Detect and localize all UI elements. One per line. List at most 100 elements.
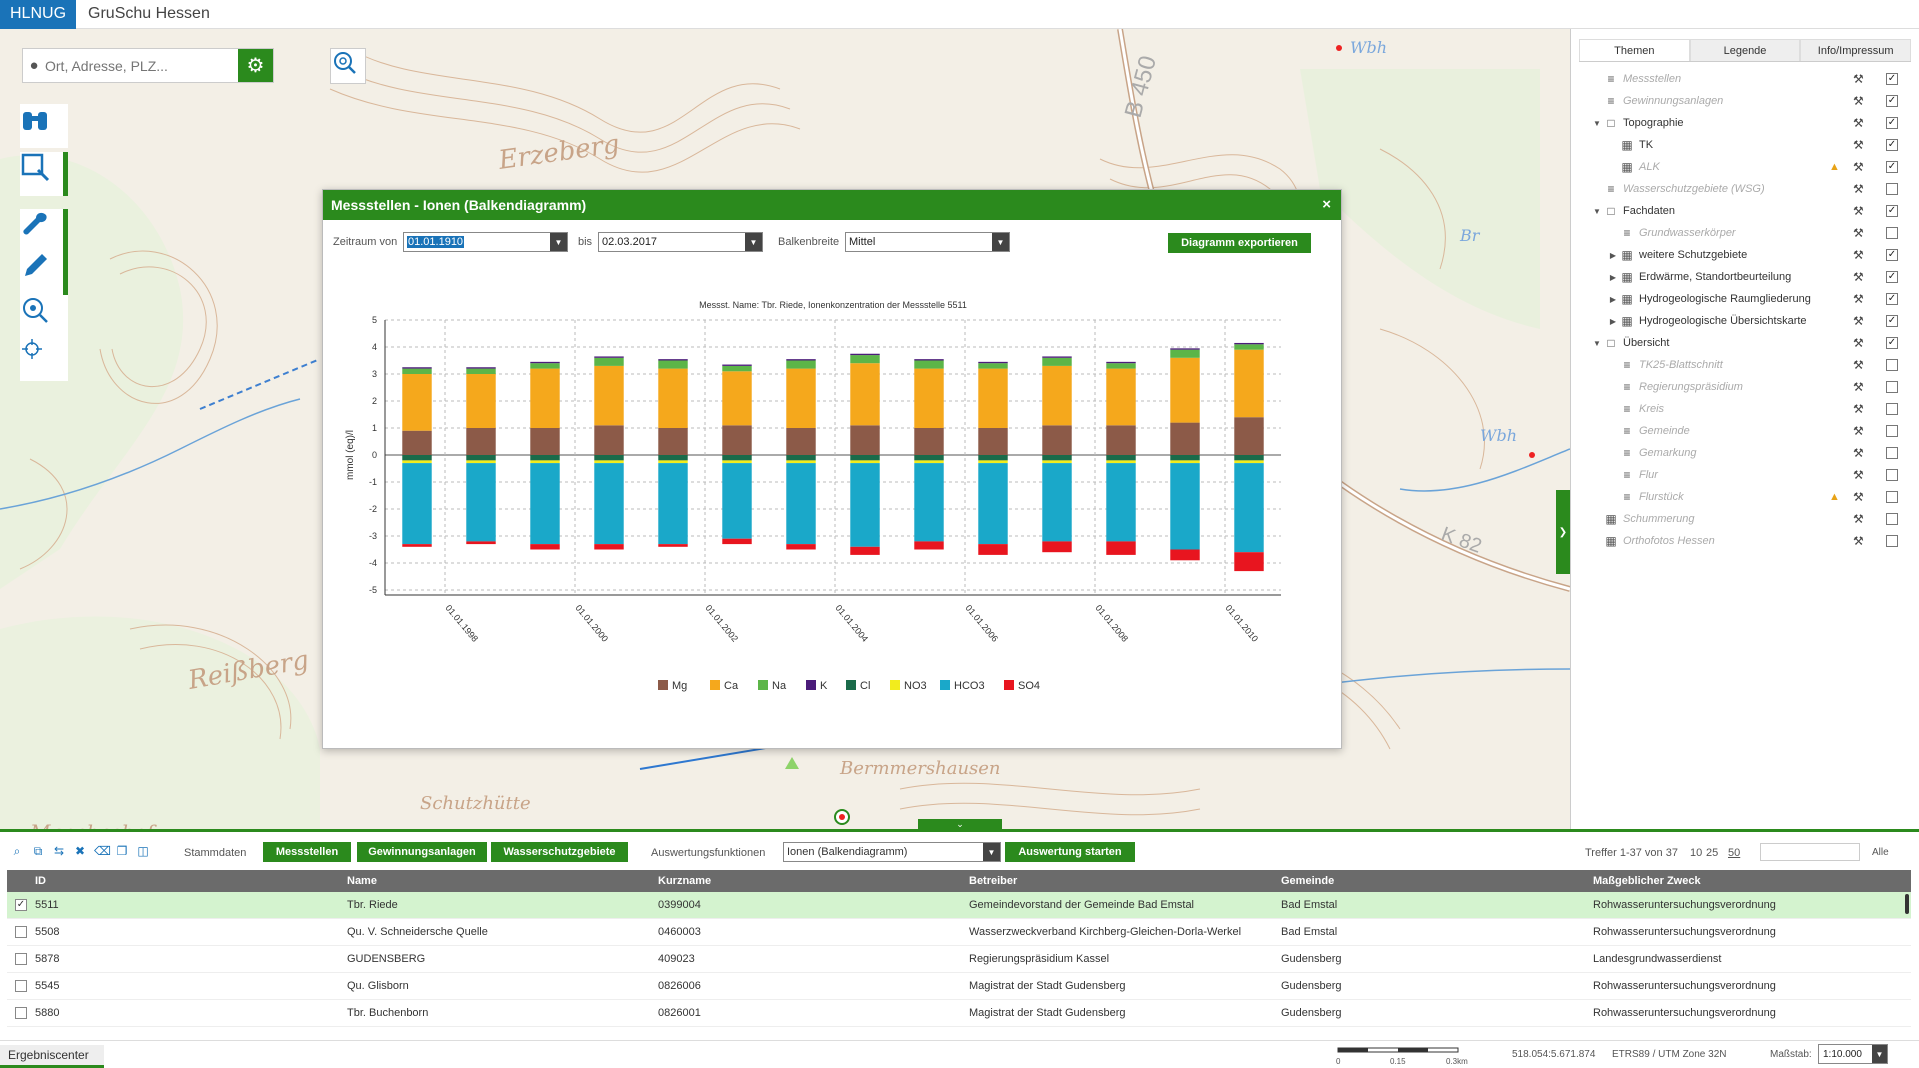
locate-tool[interactable]: [20, 337, 68, 381]
all-filter-select[interactable]: Alle: [1872, 847, 1889, 858]
layer-row[interactable]: ≡ Messstellen ⚒ ✓: [1571, 68, 1919, 90]
wrench-icon[interactable]: ⚒: [1853, 270, 1864, 284]
expand-toggle-icon[interactable]: ▶: [1607, 251, 1619, 260]
export-diagram-button[interactable]: Diagramm exportieren: [1168, 233, 1311, 253]
expand-toggle-icon[interactable]: ▶: [1607, 273, 1619, 282]
col-gemeinde[interactable]: Gemeinde: [1281, 875, 1334, 887]
layer-checkbox[interactable]: ✓: [1886, 73, 1898, 85]
expand-toggle-icon[interactable]: ▼: [1591, 339, 1603, 348]
messstellen-button[interactable]: Messstellen: [263, 842, 351, 862]
layer-checkbox[interactable]: [1886, 359, 1898, 371]
layer-row[interactable]: ▦ Schummerung ⚒: [1571, 508, 1919, 530]
wrench-icon[interactable]: ⚒: [1853, 226, 1864, 240]
swap-icon[interactable]: ⇆: [52, 844, 66, 858]
layer-row[interactable]: ▶ ▦ weitere Schutzgebiete ⚒ ✓: [1571, 244, 1919, 266]
row-checkbox[interactable]: [15, 926, 27, 938]
clear-filter-icon[interactable]: ✖: [73, 844, 87, 858]
page-size-10[interactable]: 10: [1690, 847, 1702, 859]
wrench-icon[interactable]: ⚒: [1853, 292, 1864, 306]
copy-icon[interactable]: ⧉: [31, 844, 45, 858]
table-row[interactable]: 5878 GUDENSBERG 409023 Regierungspräsidium …: [7, 946, 1911, 973]
chevron-down-icon[interactable]: ▼: [550, 233, 567, 251]
wrench-icon[interactable]: ⚒: [1853, 534, 1864, 548]
row-checkbox[interactable]: ✓: [15, 899, 27, 911]
layer-row[interactable]: ▶ ▦ Hydrogeologische Übersichtskarte ⚒ ✓: [1571, 310, 1919, 332]
layer-checkbox[interactable]: [1886, 491, 1898, 503]
wrench-icon[interactable]: ⚒: [1853, 380, 1864, 394]
document-icon[interactable]: ◫: [136, 844, 150, 858]
wrench-tool[interactable]: [20, 209, 68, 253]
layer-row[interactable]: ≡ Flurstück ▲ ⚒: [1571, 486, 1919, 508]
layer-row[interactable]: ≡ Wasserschutzgebiete (WSG) ⚒: [1571, 178, 1919, 200]
wrench-icon[interactable]: ⚒: [1853, 116, 1864, 130]
wrench-icon[interactable]: ⚒: [1853, 336, 1864, 350]
wrench-icon[interactable]: ⚒: [1853, 446, 1864, 460]
wrench-icon[interactable]: ⚒: [1853, 358, 1864, 372]
dialog-titlebar[interactable]: Messstellen - Ionen (Balkendiagramm) ×: [323, 190, 1341, 220]
panel-collapse-handle[interactable]: ❯: [1556, 490, 1570, 574]
layer-checkbox[interactable]: [1886, 425, 1898, 437]
chevron-down-icon[interactable]: ▼: [1872, 1045, 1887, 1063]
warning-icon[interactable]: ▲: [1829, 491, 1840, 503]
tab-ergebniscenter[interactable]: Ergebniscenter: [0, 1045, 104, 1068]
wrench-icon[interactable]: ⚒: [1853, 402, 1864, 416]
row-checkbox[interactable]: [15, 980, 27, 992]
layer-row[interactable]: ≡ Flur ⚒: [1571, 464, 1919, 486]
layer-checkbox[interactable]: ✓: [1886, 271, 1898, 283]
tab-themen[interactable]: Themen: [1579, 39, 1690, 61]
wrench-icon[interactable]: ⚒: [1853, 182, 1864, 196]
zoom-icon[interactable]: ⌕: [10, 844, 24, 858]
layer-checkbox[interactable]: [1886, 381, 1898, 393]
layer-checkbox[interactable]: ✓: [1886, 117, 1898, 129]
close-icon[interactable]: ×: [1322, 196, 1331, 213]
wrench-icon[interactable]: ⚒: [1853, 424, 1864, 438]
layer-checkbox[interactable]: [1886, 447, 1898, 459]
layer-row[interactable]: ≡ TK25-Blattschnitt ⚒: [1571, 354, 1919, 376]
expand-toggle-icon[interactable]: ▼: [1591, 207, 1603, 216]
layer-row[interactable]: ▼ □ Übersicht ⚒ ✓: [1571, 332, 1919, 354]
tab-info[interactable]: Info/Impressum: [1800, 39, 1912, 61]
col-kurzname[interactable]: Kurzname: [658, 875, 711, 887]
layer-checkbox[interactable]: [1886, 469, 1898, 481]
layer-row[interactable]: ▦ ALK ▲ ⚒ ✓: [1571, 156, 1919, 178]
search-settings-button[interactable]: ⚙: [238, 49, 273, 82]
layer-checkbox[interactable]: ✓: [1886, 95, 1898, 107]
wrench-icon[interactable]: ⚒: [1853, 160, 1864, 174]
start-analysis-button[interactable]: Auswertung starten: [1005, 842, 1135, 862]
layer-checkbox[interactable]: ✓: [1886, 205, 1898, 217]
layer-checkbox[interactable]: ✓: [1886, 249, 1898, 261]
layer-row[interactable]: ≡ Gemeinde ⚒: [1571, 420, 1919, 442]
zoom-detail-tool[interactable]: [20, 295, 68, 339]
wrench-icon[interactable]: ⚒: [1853, 138, 1864, 152]
wrench-icon[interactable]: ⚒: [1853, 314, 1864, 328]
chevron-down-icon[interactable]: ▼: [745, 233, 762, 251]
brand-logo[interactable]: HLNUG: [0, 0, 77, 29]
layer-row[interactable]: ▦ TK ⚒ ✓: [1571, 134, 1919, 156]
filter-input[interactable]: [1760, 843, 1860, 861]
row-checkbox[interactable]: [15, 1007, 27, 1019]
wrench-icon[interactable]: ⚒: [1853, 204, 1864, 218]
layer-row[interactable]: ▼ □ Fachdaten ⚒ ✓: [1571, 200, 1919, 222]
table-row[interactable]: 5880 Tbr. Buchenborn 0826001 Magistrat der …: [7, 1000, 1911, 1027]
gewinnungsanlagen-button[interactable]: Gewinnungsanlagen: [357, 842, 487, 862]
duplicate-icon[interactable]: ❐: [115, 844, 129, 858]
layer-row[interactable]: ≡ Kreis ⚒: [1571, 398, 1919, 420]
layer-row[interactable]: ▶ ▦ Hydrogeologische Raumgliederung ⚒ ✓: [1571, 288, 1919, 310]
table-row[interactable]: ✓ 5511 Tbr. Riede 0399004 Gemeindevorstand d…: [7, 892, 1911, 919]
wrench-icon[interactable]: ⚒: [1853, 490, 1864, 504]
expand-toggle-icon[interactable]: ▼: [1591, 119, 1603, 128]
zoom-search-button[interactable]: [330, 48, 366, 84]
wasserschutzgebiete-button[interactable]: Wasserschutzgebiete: [491, 842, 628, 862]
wrench-icon[interactable]: ⚒: [1853, 72, 1864, 86]
select-area-tool[interactable]: [20, 152, 68, 196]
row-checkbox[interactable]: [15, 953, 27, 965]
wrench-icon[interactable]: ⚒: [1853, 468, 1864, 482]
wrench-icon[interactable]: ⚒: [1853, 512, 1864, 526]
layer-row[interactable]: ≡ Regierungspräsidium ⚒: [1571, 376, 1919, 398]
bar-width-select[interactable]: Mittel ▼: [845, 232, 1010, 252]
layer-row[interactable]: ▶ ▦ Erdwärme, Standortbeurteilung ⚒ ✓: [1571, 266, 1919, 288]
layer-checkbox[interactable]: [1886, 513, 1898, 525]
layer-checkbox[interactable]: ✓: [1886, 337, 1898, 349]
chevron-down-icon[interactable]: ▼: [983, 843, 1000, 861]
wrench-icon[interactable]: ⚒: [1853, 248, 1864, 262]
